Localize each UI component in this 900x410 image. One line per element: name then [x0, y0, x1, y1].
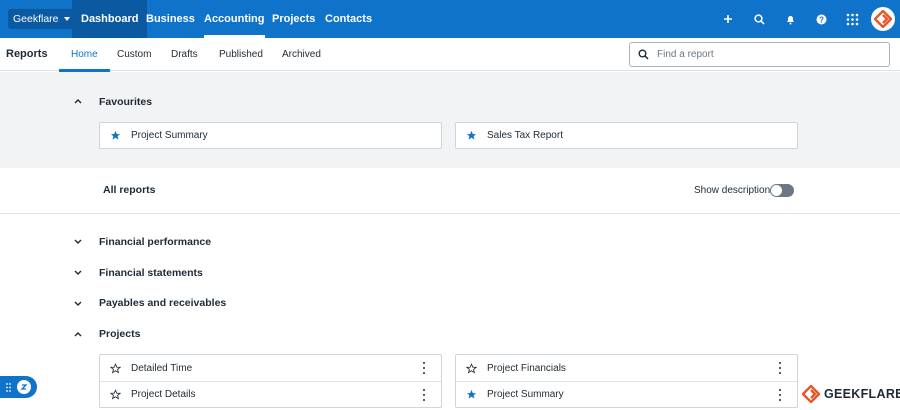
star-filled-icon[interactable]	[466, 389, 477, 400]
favourite-label: Project Summary	[131, 130, 208, 141]
show-descriptions-label: Show descriptions	[694, 185, 776, 196]
nav-projects[interactable]: Projects	[272, 0, 315, 38]
more-options-icon[interactable]	[422, 362, 426, 374]
projects-report-list-left: Detailed Time Project Details	[99, 354, 442, 408]
nav-contacts[interactable]: Contacts	[325, 0, 372, 38]
star-outline-icon[interactable]	[110, 389, 121, 400]
report-label: Project Details	[131, 389, 196, 400]
reports-subnav: Reports Home Custom Drafts Published Arc…	[0, 38, 900, 72]
user-avatar[interactable]	[871, 7, 895, 31]
more-options-icon[interactable]	[422, 389, 426, 401]
svg-text:?: ?	[819, 15, 824, 24]
watermark-text: GEEKFLARE	[824, 387, 900, 401]
tab-drafts[interactable]: Drafts	[171, 38, 198, 71]
geekflare-watermark: GEEKFLARE	[802, 385, 900, 403]
report-label: Project Financials	[487, 362, 566, 374]
report-row[interactable]: Project Details	[100, 381, 441, 407]
report-row[interactable]: Project Summary	[456, 381, 797, 407]
category-payables-receivables[interactable]: Payables and receivables	[99, 297, 226, 309]
apps-grid-icon[interactable]	[844, 11, 860, 27]
projects-report-list-right: Project Financials Project Summary	[455, 354, 798, 408]
favourites-heading: Favourites	[99, 96, 153, 108]
show-descriptions-toggle[interactable]	[770, 184, 794, 197]
chat-bubble-icon[interactable]	[17, 380, 31, 394]
more-options-icon[interactable]	[778, 362, 782, 374]
report-label: Detailed Time	[131, 362, 193, 374]
favourite-card[interactable]: Project Summary	[99, 122, 442, 149]
tab-home[interactable]: Home	[59, 38, 110, 72]
search-icon[interactable]	[751, 11, 767, 27]
nav-accounting[interactable]: Accounting	[204, 0, 265, 38]
nav-dashboard[interactable]: Dashboard	[72, 0, 148, 38]
all-reports-heading: All reports	[103, 184, 156, 196]
report-label: Project Summary	[487, 389, 564, 400]
bell-icon[interactable]	[782, 11, 798, 27]
geekflare-logo-icon	[874, 10, 892, 28]
top-navigation-bar: Geekflare Dashboard Business Accounting …	[0, 0, 900, 38]
divider	[0, 213, 900, 214]
drag-handle-icon[interactable]	[6, 382, 11, 392]
tab-custom[interactable]: Custom	[117, 38, 151, 71]
star-outline-icon[interactable]	[466, 362, 477, 374]
chevron-down-icon[interactable]	[74, 269, 82, 277]
chevron-down-icon[interactable]	[74, 238, 82, 246]
more-options-icon[interactable]	[778, 389, 782, 401]
report-row[interactable]: Project Financials	[456, 355, 797, 381]
chevron-up-icon[interactable]	[74, 97, 82, 105]
tab-published[interactable]: Published	[219, 38, 263, 71]
organisation-switcher[interactable]: Geekflare	[8, 9, 76, 29]
tab-archived[interactable]: Archived	[282, 38, 321, 71]
search-icon	[638, 49, 649, 60]
chevron-down-icon[interactable]	[74, 300, 82, 308]
plus-icon[interactable]	[720, 11, 736, 27]
search-input[interactable]	[657, 49, 857, 60]
geekflare-logo-icon	[802, 385, 820, 403]
nav-business[interactable]: Business	[146, 0, 195, 38]
star-filled-icon[interactable]	[466, 130, 477, 141]
category-financial-statements[interactable]: Financial statements	[99, 267, 203, 279]
favourite-card[interactable]: Sales Tax Report	[455, 122, 798, 149]
organisation-name: Geekflare	[13, 13, 59, 25]
report-search[interactable]	[629, 42, 890, 67]
category-financial-performance[interactable]: Financial performance	[99, 236, 211, 248]
toggle-knob	[771, 185, 782, 196]
report-row[interactable]: Detailed Time	[100, 355, 441, 381]
star-filled-icon[interactable]	[110, 130, 121, 141]
chevron-up-icon[interactable]	[74, 330, 82, 338]
favourites-section	[0, 72, 900, 168]
help-widget[interactable]	[0, 376, 37, 398]
category-projects[interactable]: Projects	[99, 328, 140, 340]
page-title: Reports	[6, 48, 48, 60]
star-outline-icon[interactable]	[110, 362, 121, 374]
help-icon[interactable]: ?	[813, 11, 829, 27]
favourite-label: Sales Tax Report	[487, 130, 563, 141]
caret-down-icon	[63, 17, 70, 21]
